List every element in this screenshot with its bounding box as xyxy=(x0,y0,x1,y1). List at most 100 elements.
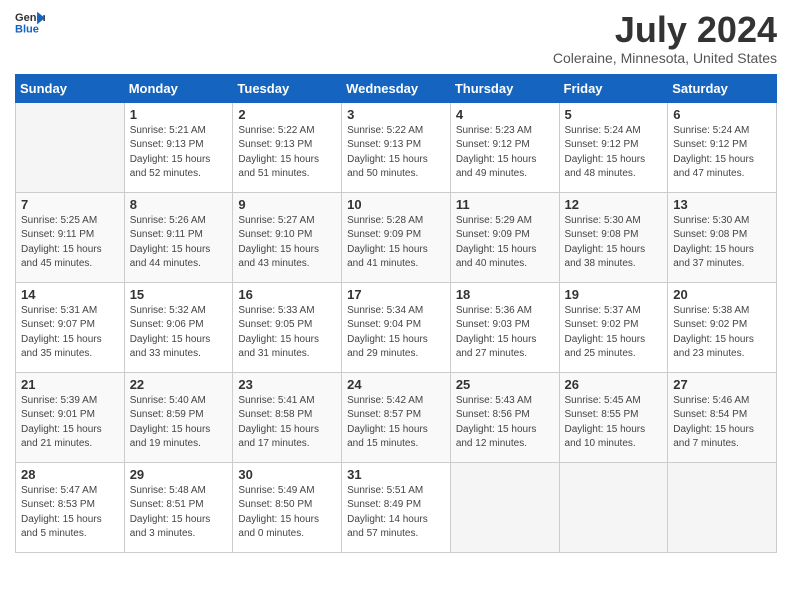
day-number: 8 xyxy=(130,197,228,212)
header-cell-monday: Monday xyxy=(124,74,233,102)
cell-info: Sunrise: 5:32 AM Sunset: 9:06 PM Dayligh… xyxy=(130,304,228,362)
day-number: 26 xyxy=(565,377,663,392)
cell-info: Sunrise: 5:26 AM Sunset: 9:11 PM Dayligh… xyxy=(130,214,228,272)
day-number: 4 xyxy=(456,107,554,122)
calendar-cell xyxy=(16,102,125,192)
calendar-cell: 22Sunrise: 5:40 AM Sunset: 8:59 PM Dayli… xyxy=(124,372,233,462)
day-number: 3 xyxy=(347,107,445,122)
month-title: July 2024 xyxy=(553,10,777,50)
calendar-cell xyxy=(450,462,559,552)
day-number: 22 xyxy=(130,377,228,392)
cell-info: Sunrise: 5:49 AM Sunset: 8:50 PM Dayligh… xyxy=(238,484,336,542)
calendar-cell: 18 Sunrise: 5:36 AM Sunset: 9:03 PM Dayli… xyxy=(450,282,559,372)
day-number: 21 xyxy=(21,377,119,392)
calendar-cell: 25 Sunrise: 5:43 AM Sunset: 8:56 PM Dayli… xyxy=(450,372,559,462)
calendar-cell: 29Sunrise: 5:48 AM Sunset: 8:51 PM Dayli… xyxy=(124,462,233,552)
calendar-cell xyxy=(559,462,668,552)
cell-info: Sunrise: 5:24 AM Sunset: 9:12 PM Dayligh… xyxy=(565,124,663,182)
calendar-cell: 15 Sunrise: 5:32 AM Sunset: 9:06 PM Dayli… xyxy=(124,282,233,372)
header-cell-sunday: Sunday xyxy=(16,74,125,102)
calendar-cell: 14 Sunrise: 5:31 AM Sunset: 9:07 PM Dayli… xyxy=(16,282,125,372)
day-number: 15 xyxy=(130,287,228,302)
calendar-cell: 21 Sunrise: 5:39 AM Sunset: 9:01 PM Dayli… xyxy=(16,372,125,462)
calendar-cell: 26 Sunrise: 5:45 AM Sunset: 8:55 PM Dayli… xyxy=(559,372,668,462)
cell-info: Sunrise: 5:27 AM Sunset: 9:10 PM Dayligh… xyxy=(238,214,336,272)
calendar-cell: 5 Sunrise: 5:24 AM Sunset: 9:12 PM Daylig… xyxy=(559,102,668,192)
cell-info: Sunrise: 5:37 AM Sunset: 9:02 PM Dayligh… xyxy=(565,304,663,362)
cell-info: Sunrise: 5:41 AM Sunset: 8:58 PM Dayligh… xyxy=(238,394,336,452)
calendar-cell: 28Sunrise: 5:47 AM Sunset: 8:53 PM Dayli… xyxy=(16,462,125,552)
day-number: 23 xyxy=(238,377,336,392)
day-number: 20 xyxy=(673,287,771,302)
calendar-cell: 27 Sunrise: 5:46 AM Sunset: 8:54 PM Dayli… xyxy=(668,372,777,462)
day-number: 7 xyxy=(21,197,119,212)
cell-info: Sunrise: 5:48 AM Sunset: 8:51 PM Dayligh… xyxy=(130,484,228,542)
header-cell-friday: Friday xyxy=(559,74,668,102)
cell-info: Sunrise: 5:31 AM Sunset: 9:07 PM Dayligh… xyxy=(21,304,119,362)
calendar-cell: 3 Sunrise: 5:22 AM Sunset: 9:13 PM Daylig… xyxy=(342,102,451,192)
calendar-cell: 30Sunrise: 5:49 AM Sunset: 8:50 PM Dayli… xyxy=(233,462,342,552)
calendar-cell: 17 Sunrise: 5:34 AM Sunset: 9:04 PM Dayli… xyxy=(342,282,451,372)
cell-info: Sunrise: 5:36 AM Sunset: 9:03 PM Dayligh… xyxy=(456,304,554,362)
calendar-cell: 11 Sunrise: 5:29 AM Sunset: 9:09 PM Dayli… xyxy=(450,192,559,282)
day-number: 18 xyxy=(456,287,554,302)
day-number: 6 xyxy=(673,107,771,122)
day-number: 5 xyxy=(565,107,663,122)
day-number: 31 xyxy=(347,467,445,482)
cell-info: Sunrise: 5:39 AM Sunset: 9:01 PM Dayligh… xyxy=(21,394,119,452)
cell-info: Sunrise: 5:43 AM Sunset: 8:56 PM Dayligh… xyxy=(456,394,554,452)
cell-info: Sunrise: 5:45 AM Sunset: 8:55 PM Dayligh… xyxy=(565,394,663,452)
calendar-cell: 8 Sunrise: 5:26 AM Sunset: 9:11 PM Daylig… xyxy=(124,192,233,282)
cell-info: Sunrise: 5:30 AM Sunset: 9:08 PM Dayligh… xyxy=(565,214,663,272)
cell-info: Sunrise: 5:22 AM Sunset: 9:13 PM Dayligh… xyxy=(347,124,445,182)
header-cell-tuesday: Tuesday xyxy=(233,74,342,102)
cell-info: Sunrise: 5:22 AM Sunset: 9:13 PM Dayligh… xyxy=(238,124,336,182)
calendar-cell: 23 Sunrise: 5:41 AM Sunset: 8:58 PM Dayli… xyxy=(233,372,342,462)
week-row-3: 14 Sunrise: 5:31 AM Sunset: 9:07 PM Dayli… xyxy=(16,282,777,372)
title-block: July 2024 Coleraine, Minnesota, United S… xyxy=(553,10,777,66)
header-cell-wednesday: Wednesday xyxy=(342,74,451,102)
week-row-4: 21 Sunrise: 5:39 AM Sunset: 9:01 PM Dayli… xyxy=(16,372,777,462)
day-number: 2 xyxy=(238,107,336,122)
svg-text:Blue: Blue xyxy=(15,23,39,34)
day-number: 27 xyxy=(673,377,771,392)
cell-info: Sunrise: 5:29 AM Sunset: 9:09 PM Dayligh… xyxy=(456,214,554,272)
week-row-2: 7 Sunrise: 5:25 AM Sunset: 9:11 PM Daylig… xyxy=(16,192,777,282)
calendar-cell: 7 Sunrise: 5:25 AM Sunset: 9:11 PM Daylig… xyxy=(16,192,125,282)
cell-info: Sunrise: 5:24 AM Sunset: 9:12 PM Dayligh… xyxy=(673,124,771,182)
cell-info: Sunrise: 5:47 AM Sunset: 8:53 PM Dayligh… xyxy=(21,484,119,542)
day-number: 17 xyxy=(347,287,445,302)
logo: General Blue xyxy=(15,10,45,34)
cell-info: Sunrise: 5:38 AM Sunset: 9:02 PM Dayligh… xyxy=(673,304,771,362)
calendar-header-row: SundayMondayTuesdayWednesdayThursdayFrid… xyxy=(16,74,777,102)
day-number: 10 xyxy=(347,197,445,212)
week-row-5: 28Sunrise: 5:47 AM Sunset: 8:53 PM Dayli… xyxy=(16,462,777,552)
cell-info: Sunrise: 5:21 AM Sunset: 9:13 PM Dayligh… xyxy=(130,124,228,182)
day-number: 25 xyxy=(456,377,554,392)
calendar-cell: 12 Sunrise: 5:30 AM Sunset: 9:08 PM Dayli… xyxy=(559,192,668,282)
cell-info: Sunrise: 5:34 AM Sunset: 9:04 PM Dayligh… xyxy=(347,304,445,362)
calendar-cell: 13Sunrise: 5:30 AM Sunset: 9:08 PM Dayli… xyxy=(668,192,777,282)
day-number: 19 xyxy=(565,287,663,302)
page-header: General Blue July 2024 Coleraine, Minnes… xyxy=(15,10,777,66)
day-number: 14 xyxy=(21,287,119,302)
day-number: 11 xyxy=(456,197,554,212)
cell-info: Sunrise: 5:30 AM Sunset: 9:08 PM Dayligh… xyxy=(673,214,771,272)
day-number: 12 xyxy=(565,197,663,212)
cell-info: Sunrise: 5:46 AM Sunset: 8:54 PM Dayligh… xyxy=(673,394,771,452)
calendar-cell: 1Sunrise: 5:21 AM Sunset: 9:13 PM Daylig… xyxy=(124,102,233,192)
day-number: 16 xyxy=(238,287,336,302)
cell-info: Sunrise: 5:42 AM Sunset: 8:57 PM Dayligh… xyxy=(347,394,445,452)
cell-info: Sunrise: 5:33 AM Sunset: 9:05 PM Dayligh… xyxy=(238,304,336,362)
day-number: 24 xyxy=(347,377,445,392)
calendar-cell: 10 Sunrise: 5:28 AM Sunset: 9:09 PM Dayli… xyxy=(342,192,451,282)
cell-info: Sunrise: 5:28 AM Sunset: 9:09 PM Dayligh… xyxy=(347,214,445,272)
cell-info: Sunrise: 5:25 AM Sunset: 9:11 PM Dayligh… xyxy=(21,214,119,272)
logo-icon: General Blue xyxy=(15,10,45,34)
calendar-cell: 2 Sunrise: 5:22 AM Sunset: 9:13 PM Daylig… xyxy=(233,102,342,192)
cell-info: Sunrise: 5:23 AM Sunset: 9:12 PM Dayligh… xyxy=(456,124,554,182)
calendar-cell: 16 Sunrise: 5:33 AM Sunset: 9:05 PM Dayli… xyxy=(233,282,342,372)
header-cell-saturday: Saturday xyxy=(668,74,777,102)
calendar-cell: 4 Sunrise: 5:23 AM Sunset: 9:12 PM Daylig… xyxy=(450,102,559,192)
calendar-cell: 20 Sunrise: 5:38 AM Sunset: 9:02 PM Dayli… xyxy=(668,282,777,372)
